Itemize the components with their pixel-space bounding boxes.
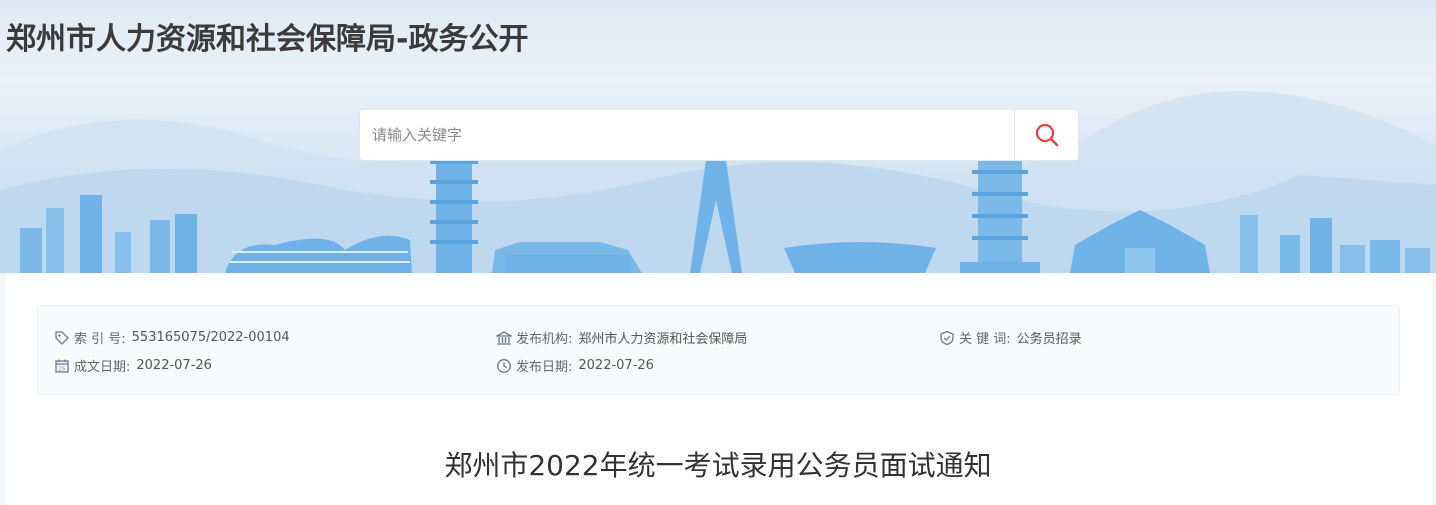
meta-publisher-value: 郑州市人力资源和社会保障局 [578, 332, 748, 347]
document-metadata: 索 引 号: 553165075/2022-00104 发布机构: 郑州市人力资… [37, 305, 1400, 395]
tag-icon [54, 330, 70, 346]
meta-index: 索 引 号: 553165075/2022-00104 [54, 328, 290, 347]
meta-index-label: 索 引 号: [74, 332, 126, 347]
search-input[interactable] [360, 110, 1014, 160]
meta-created-label: 成文日期: [74, 360, 131, 375]
site-title: 郑州市人力资源和社会保障局-政务公开 [6, 22, 529, 57]
institution-icon [496, 330, 512, 346]
search-icon [1035, 123, 1058, 147]
meta-created-value: 2022-07-26 [136, 358, 212, 373]
meta-keyword: 关 键 词: 公务员招录 [939, 328, 1082, 347]
meta-created: 25 成文日期: 2022-07-26 [54, 356, 212, 375]
article-title: 郑州市2022年统一考试录用公务员面试通知 [444, 449, 992, 482]
meta-published: 发布日期: 2022-07-26 [496, 356, 654, 375]
header-banner: 郑州市人力资源和社会保障局-政务公开 [0, 0, 1436, 273]
clock-icon [496, 358, 512, 374]
search-button[interactable] [1014, 110, 1078, 160]
calendar-icon: 25 [54, 358, 70, 374]
meta-keyword-value: 公务员招录 [1016, 332, 1082, 347]
svg-text:25: 25 [59, 366, 66, 372]
meta-publisher-label: 发布机构: [516, 332, 573, 347]
meta-keyword-label: 关 键 词: [959, 332, 1011, 347]
meta-index-value: 553165075/2022-00104 [131, 330, 290, 345]
search-bar [359, 109, 1079, 161]
meta-published-value: 2022-07-26 [578, 358, 654, 373]
shield-icon [939, 330, 955, 346]
meta-published-label: 发布日期: [516, 360, 573, 375]
meta-publisher: 发布机构: 郑州市人力资源和社会保障局 [496, 328, 747, 347]
